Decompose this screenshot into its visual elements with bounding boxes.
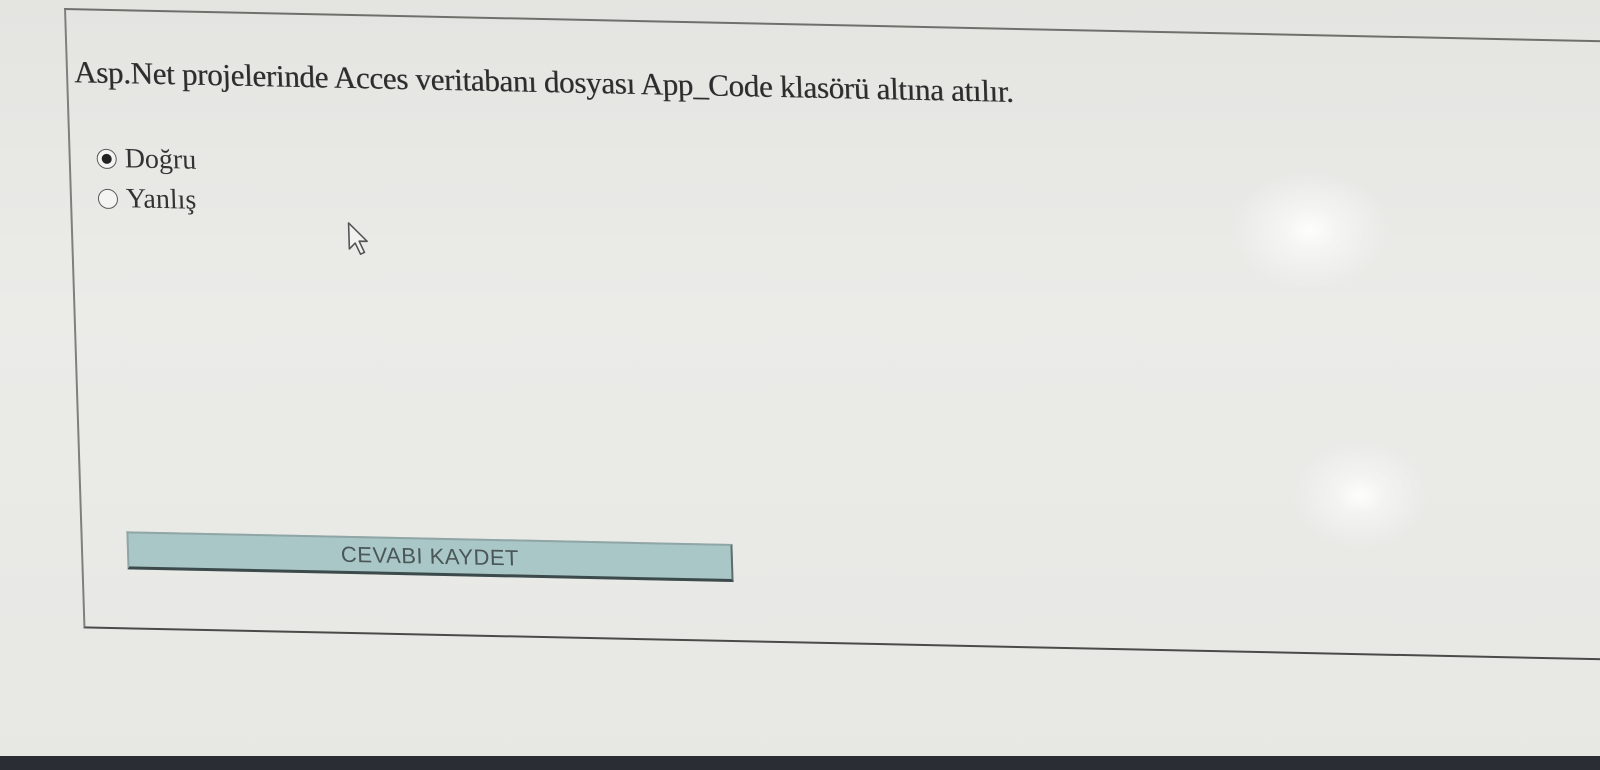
- answer-options: Doğru Yanlış: [96, 139, 198, 221]
- option-label: Yanlış: [125, 183, 197, 216]
- question-text: Asp.Net projelerinde Acces veritabanı do…: [73, 54, 1014, 109]
- option-yanlis[interactable]: Yanlış: [97, 179, 198, 221]
- option-dogru[interactable]: Doğru: [96, 139, 197, 181]
- screen: Asp.Net projelerinde Acces veritabanı do…: [0, 0, 1600, 770]
- mouse-cursor-icon: [347, 222, 368, 256]
- radio-dogru[interactable]: [96, 148, 118, 170]
- question-panel: Asp.Net projelerinde Acces veritabanı do…: [64, 8, 1600, 662]
- radio-yanlis[interactable]: [97, 188, 119, 210]
- save-answer-button[interactable]: CEVABI KAYDET: [126, 531, 734, 583]
- option-label: Doğru: [124, 143, 197, 176]
- monitor-bezel: [0, 756, 1600, 770]
